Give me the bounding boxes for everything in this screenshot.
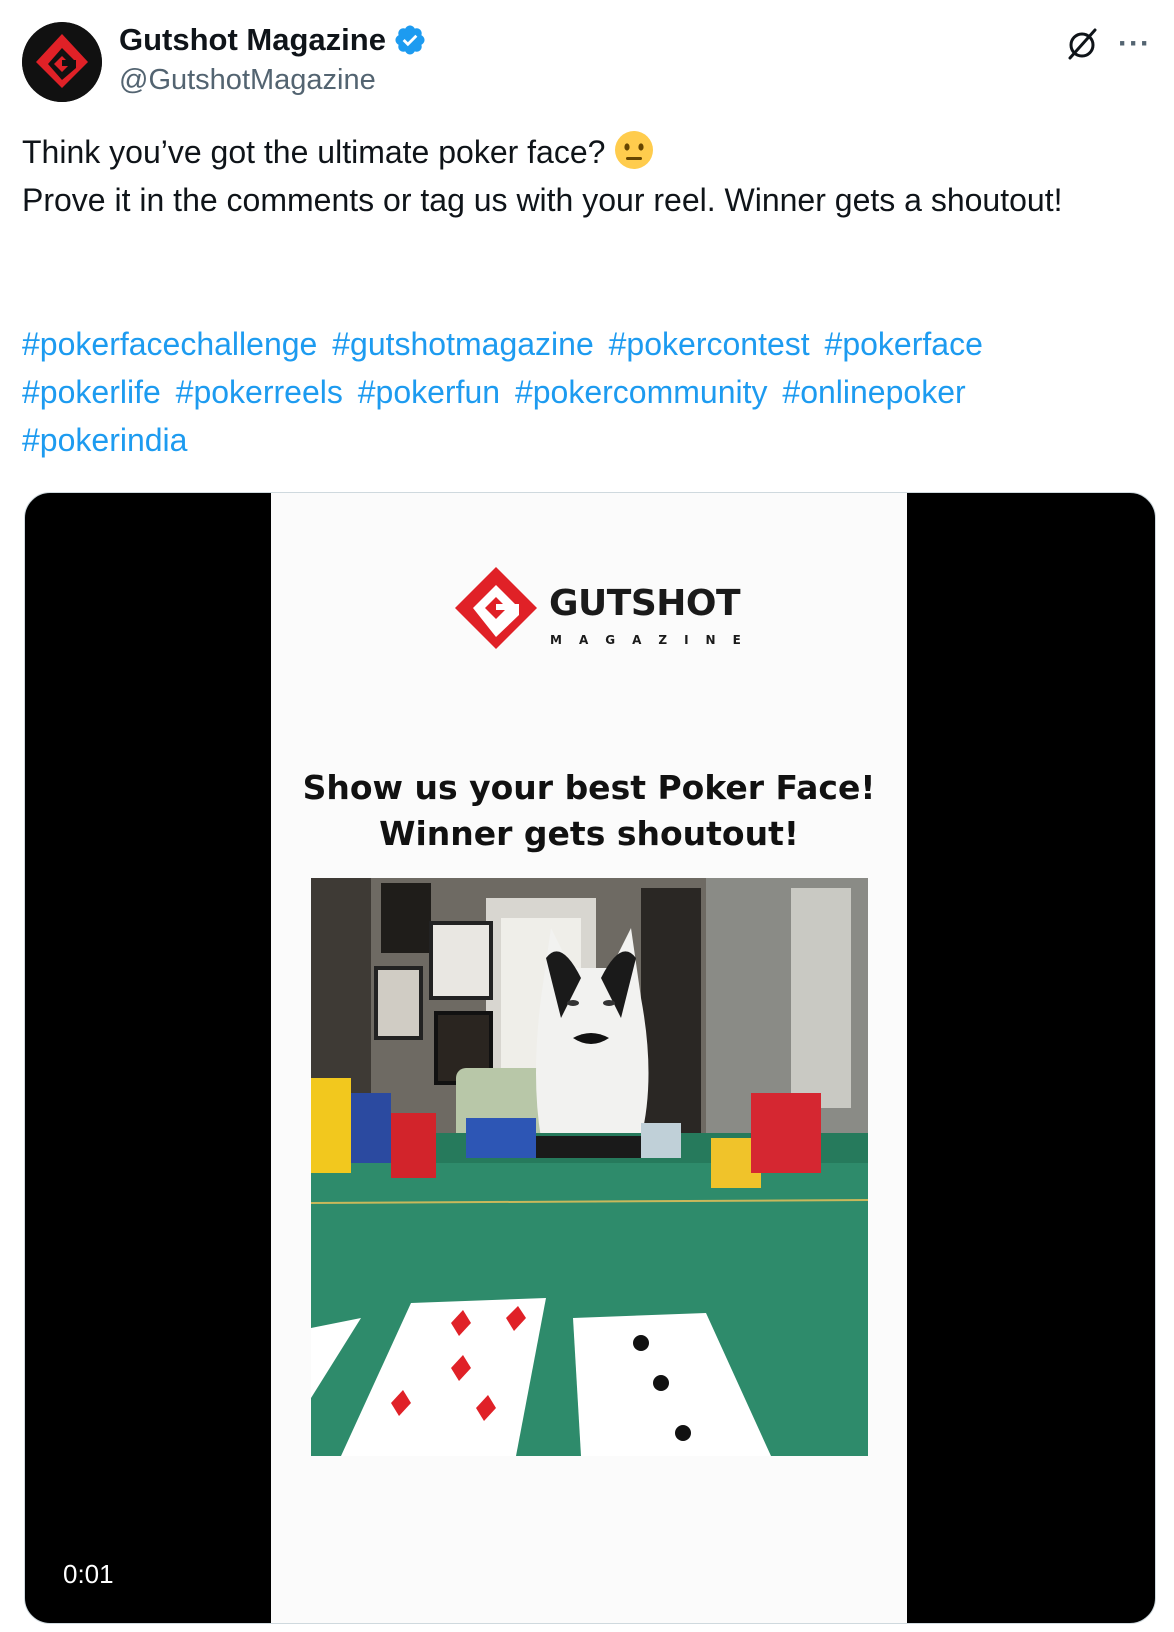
logo-wordmark: GUTSHOT <box>549 583 741 624</box>
video-timestamp: 0:01 <box>51 1553 126 1596</box>
headline-line1: Show us your best Poker Face! <box>302 768 876 807</box>
video-frame: GUTSHOT MAGAZINE Show us your best Poker… <box>271 493 907 1623</box>
neutral-face-emoji <box>615 131 654 169</box>
logo-subtext: MAGAZINE <box>550 633 758 647</box>
hashtag-link[interactable]: #pokerreels <box>176 374 343 410</box>
headline-line2: Winner gets shoutout! <box>379 814 799 853</box>
hashtag-link[interactable]: #gutshotmagazine <box>332 326 594 362</box>
verified-badge-icon <box>395 25 425 55</box>
grok-icon[interactable] <box>1064 26 1100 62</box>
hashtag-link[interactable]: #pokerfacechallenge <box>22 326 317 362</box>
tweet-text-line2: Prove it in the comments or tag us with … <box>22 182 1063 218</box>
cat-at-poker-table-image <box>311 878 868 1456</box>
gutshot-magazine-logo: GUTSHOT MAGAZINE <box>451 555 741 655</box>
author-name-row: Gutshot Magazine <box>119 22 427 58</box>
author-display-name[interactable]: Gutshot Magazine <box>119 22 386 58</box>
hashtag-list: #pokerfacechallenge #gutshotmagazine #po… <box>22 320 1132 464</box>
hashtag-link[interactable]: #pokercontest <box>609 326 810 362</box>
hashtag-link[interactable]: #pokerindia <box>22 422 187 458</box>
more-options-icon[interactable]: ··· <box>1118 29 1151 59</box>
cat-poker-photo <box>311 878 868 1456</box>
tweet-header: Gutshot Magazine @GutshotMagazine ··· <box>0 0 1174 110</box>
tweet-text-line1: Think you’ve got the ultimate poker face… <box>22 128 1132 176</box>
hashtag-link[interactable]: #onlinepoker <box>782 374 965 410</box>
tweet-text-line1-content: Think you’ve got the ultimate poker face… <box>22 134 606 170</box>
hashtag-link[interactable]: #pokerlife <box>22 374 161 410</box>
hashtag-link[interactable]: #pokerfun <box>358 374 500 410</box>
video-headline: Show us your best Poker Face! Winner get… <box>271 765 907 857</box>
hashtag-link[interactable]: #pokerface <box>825 326 983 362</box>
hashtag-link[interactable]: #pokercommunity <box>515 374 768 410</box>
tweet-text: Think you’ve got the ultimate poker face… <box>22 128 1132 224</box>
gutshot-diamond-logo-icon <box>455 567 537 649</box>
gutshot-logo-icon <box>22 22 102 102</box>
author-handle[interactable]: @GutshotMagazine <box>119 64 376 97</box>
video-player[interactable]: GUTSHOT MAGAZINE Show us your best Poker… <box>24 492 1156 1624</box>
author-avatar[interactable] <box>22 22 102 102</box>
